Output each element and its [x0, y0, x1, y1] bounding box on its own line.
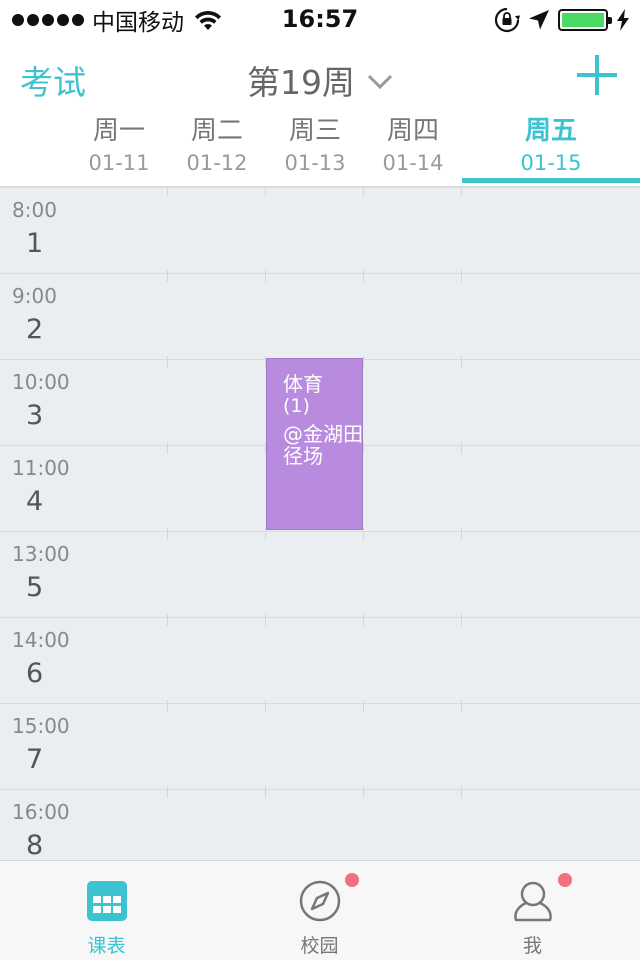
grid-tick [167, 532, 168, 540]
grid-tick [167, 274, 168, 282]
slot-number: 8 [26, 830, 44, 860]
slot-time: 9:00 [12, 284, 57, 308]
grid-tick [461, 790, 462, 798]
slot-time: 14:00 [12, 628, 70, 652]
tab-label: 课表 [87, 935, 126, 957]
time-slot-row: 8:00 1 [0, 188, 640, 274]
grid-tick [363, 704, 364, 712]
notification-badge [345, 873, 359, 887]
time-slot-row: 9:00 2 [0, 274, 640, 360]
grid-tick [363, 446, 364, 454]
location-arrow-icon [529, 10, 549, 30]
slot-number: 1 [26, 228, 44, 259]
grid-tick [265, 188, 266, 196]
day-name: 周二 [190, 116, 243, 146]
time-slot-row: 15:00 7 [0, 704, 640, 790]
status-bar: 中国移动 16:57 [0, 0, 640, 40]
grid-tick [461, 188, 462, 196]
time-slot-row: 16:00 8 [0, 790, 640, 860]
grid-tick [363, 790, 364, 798]
day-name: 周五 [524, 116, 577, 146]
grid-tick [363, 274, 364, 282]
day-date: 01-14 [382, 151, 444, 175]
tab-me[interactable]: 我 [426, 861, 639, 960]
day-column-tue[interactable]: 周二 01-12 [168, 112, 266, 186]
slot-number: 7 [26, 744, 44, 775]
grid-tick [461, 618, 462, 626]
battery-icon [558, 9, 612, 31]
grid-tick [265, 704, 266, 712]
active-day-indicator [462, 178, 640, 183]
notification-badge [558, 873, 572, 887]
profile-icon [513, 881, 552, 922]
time-slot-row: 13:00 5 [0, 532, 640, 618]
add-course-button[interactable] [576, 54, 618, 96]
course-location: @金湖田径场 [283, 422, 363, 468]
course-section: (1) [283, 395, 310, 417]
grid-tick [363, 618, 364, 626]
grid-tick [167, 446, 168, 454]
grid-tick [265, 618, 266, 626]
week-label: 第19周 [247, 63, 355, 102]
chevron-down-icon [367, 74, 393, 89]
plus-icon [577, 55, 617, 95]
day-column-fri[interactable]: 周五 01-15 [462, 112, 640, 186]
slot-time: 8:00 [12, 198, 57, 222]
grid-tick [167, 790, 168, 798]
slot-number: 6 [26, 658, 44, 689]
grid-tick [363, 188, 364, 196]
tab-timetable[interactable]: 课表 [0, 861, 213, 960]
timetable-grid[interactable]: 8:00 1 9:00 2 10:00 3 11:00 4 13:00 5 14… [0, 188, 640, 860]
week-selector[interactable]: 第19周 [0, 56, 640, 104]
grid-tick [461, 446, 462, 454]
grid-tick [461, 274, 462, 282]
slot-number: 5 [26, 572, 44, 603]
day-column-thu[interactable]: 周四 01-14 [364, 112, 462, 186]
grid-tick [167, 704, 168, 712]
nav-bar: 考试 第19周 [0, 40, 640, 112]
grid-tick [167, 618, 168, 626]
course-title: 体育 [283, 372, 323, 396]
battery-level [562, 13, 604, 27]
tab-label: 校园 [300, 935, 339, 957]
compass-icon [299, 880, 340, 922]
day-name: 周一 [92, 116, 145, 146]
slot-time: 15:00 [12, 714, 70, 738]
day-name: 周四 [386, 116, 439, 146]
grid-tick [363, 360, 364, 368]
slot-time: 13:00 [12, 542, 70, 566]
day-date: 01-11 [88, 151, 150, 175]
grid-tick [265, 274, 266, 282]
course-card[interactable]: 体育 (1) @金湖田径场 [266, 358, 363, 530]
grid-tick [265, 532, 266, 540]
slot-number: 2 [26, 314, 44, 345]
day-date: 01-15 [520, 151, 582, 175]
grid-tick [167, 360, 168, 368]
slot-number: 3 [26, 400, 44, 431]
slot-time: 10:00 [12, 370, 70, 394]
grid-tick [363, 532, 364, 540]
slot-time: 11:00 [12, 456, 70, 480]
day-name: 周三 [288, 116, 341, 146]
grid-tick [461, 360, 462, 368]
grid-tick [461, 704, 462, 712]
grid-tick [461, 532, 462, 540]
tab-bar: 课表 校园 我 [0, 860, 640, 960]
grid-tick [265, 790, 266, 798]
day-column-mon[interactable]: 周一 01-11 [70, 112, 168, 186]
day-date: 01-12 [186, 151, 248, 175]
charging-icon [617, 9, 629, 31]
status-bar-right [494, 6, 630, 34]
tab-label: 我 [522, 935, 542, 957]
day-date: 01-13 [284, 151, 346, 175]
slot-number: 4 [26, 486, 44, 517]
rotation-lock-icon [494, 7, 520, 33]
time-slot-row: 14:00 6 [0, 618, 640, 704]
tab-campus[interactable]: 校园 [213, 861, 426, 960]
grid-tick [167, 188, 168, 196]
slot-time: 16:00 [12, 800, 70, 824]
timetable-icon [86, 881, 127, 921]
day-column-wed[interactable]: 周三 01-13 [266, 112, 364, 186]
week-day-header: 周一 01-11 周二 01-12 周三 01-13 周四 01-14 周五 0… [0, 112, 640, 188]
